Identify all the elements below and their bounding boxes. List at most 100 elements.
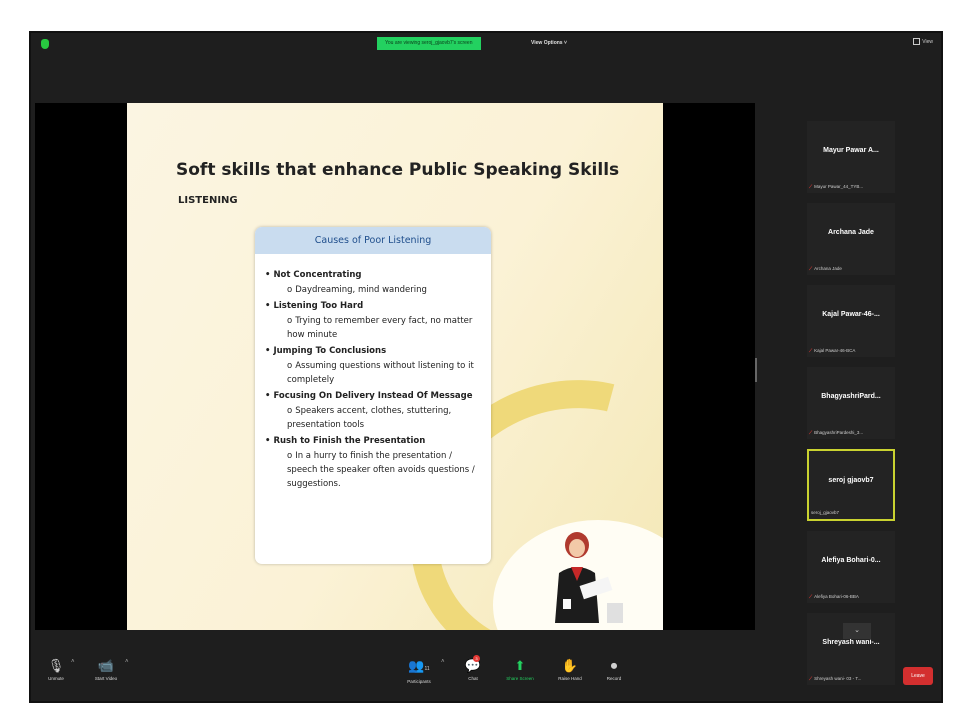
slide-subtitle: LISTENING xyxy=(178,195,238,206)
muted-mic-icon: ⟋ xyxy=(809,348,813,353)
causes-card: Causes of Poor Listening • Not Concentrat… xyxy=(255,227,491,564)
cause-detail: o Speakers accent, clothes, stuttering, p… xyxy=(265,404,483,432)
start-video-button[interactable]: 📹 Start Video xyxy=(89,657,123,683)
participant-label: ⟋ Mayur Pawar_44_TYB... xyxy=(809,184,863,189)
raise-hand-label: Raise Hand xyxy=(558,676,582,681)
muted-mic-icon: ⟋ xyxy=(809,266,813,271)
cause-item: • Not Concentrating o Daydreaming, mind wan… xyxy=(265,268,483,297)
grid-icon xyxy=(913,38,921,45)
bullet-icon: • xyxy=(265,346,271,356)
top-bar: You are viewing seroj_gjaovb7's screen V… xyxy=(31,33,941,55)
hand-icon: ✋ xyxy=(561,658,579,673)
meeting-toolbar: 🎙 Unmute ˄ 📹 Start Video ˄ 👥11 Participa… xyxy=(31,651,941,701)
slide-title: Soft skills that enhance Public Speaking… xyxy=(176,160,620,180)
cause-item: • Jumping To Conclusions o Assuming questio… xyxy=(265,344,483,387)
participant-label-text: seroj_gjaovb7 xyxy=(811,510,840,515)
participant-label: ⟋ Alefiya Bohari-06-BBA xyxy=(809,594,859,599)
cause-heading: • Rush to Finish the Presentation xyxy=(265,434,483,449)
participant-name: seroj gjaovb7 xyxy=(828,477,874,484)
panel-resize-handle[interactable] xyxy=(755,358,757,382)
video-off-icon: 📹 xyxy=(97,658,115,673)
participant-name: Kajal Pawar-46-... xyxy=(822,311,880,318)
presenter-illustration xyxy=(555,532,623,623)
participant-tile[interactable]: Kajal Pawar-46-... ⟋ Kajal Pawar-46-BCA xyxy=(807,285,895,357)
cause-heading: • Focusing On Delivery Instead Of Message xyxy=(265,389,483,404)
bullet-icon: • xyxy=(265,301,271,311)
participant-name: Archana Jade xyxy=(828,229,874,236)
cause-item: • Focusing On Delivery Instead Of Message… xyxy=(265,389,483,432)
muted-mic-icon: ⟋ xyxy=(809,594,813,599)
cause-item: • Rush to Finish the Presentation o In a hu… xyxy=(265,434,483,491)
bullet-icon: • xyxy=(265,391,271,401)
view-options-button[interactable]: View Options ˅ xyxy=(531,37,567,50)
participant-name: Alefiya Bohari-0... xyxy=(821,557,881,564)
participant-label-text: Archana Jade xyxy=(814,266,842,271)
cause-detail: o In a hurry to finish the presentation /… xyxy=(265,449,483,491)
cause-detail: o Trying to remember every fact, no matte… xyxy=(265,314,483,342)
participant-tile[interactable]: Archana Jade ⟋ Archana Jade xyxy=(807,203,895,275)
muted-mic-icon: 🎙 xyxy=(47,658,65,673)
cause-heading: • Not Concentrating xyxy=(265,268,483,283)
sub-bullet-icon: o xyxy=(287,361,293,371)
leave-button[interactable]: Leave xyxy=(903,667,933,685)
participant-tile[interactable]: BhagyashriPard... ⟋ BhagyashriPardeshi_3..… xyxy=(807,367,895,439)
participant-label: ⟋ Kajal Pawar-46-BCA xyxy=(809,348,855,353)
cause-detail: o Daydreaming, mind wandering xyxy=(265,283,483,297)
participant-name: Mayur Pawar A... xyxy=(823,147,879,154)
presentation-slide: Soft skills that enhance Public Speaking… xyxy=(127,103,663,630)
cause-heading-text: Jumping To Conclusions xyxy=(273,346,387,356)
chat-badge: 3 xyxy=(473,655,480,662)
participant-tile[interactable]: seroj gjaovb7 seroj_gjaovb7 xyxy=(807,449,895,521)
participant-label-text: Alefiya Bohari-06-BBA xyxy=(814,594,859,599)
view-button[interactable]: View xyxy=(913,38,933,45)
record-icon: ⏺ xyxy=(610,658,618,673)
raise-hand-button[interactable]: ✋ Raise Hand xyxy=(555,657,585,683)
participants-button[interactable]: 👥11 Participants xyxy=(401,657,437,686)
participants-icon: 👥11 xyxy=(408,658,430,673)
cause-detail-text: Assuming questions without listening to … xyxy=(287,361,474,385)
share-screen-icon: ⬆ xyxy=(514,658,526,673)
participants-label: Participants xyxy=(407,679,431,684)
participant-label: seroj_gjaovb7 xyxy=(811,510,839,515)
cause-detail-text: Daydreaming, mind wandering xyxy=(295,285,427,295)
sub-bullet-icon: o xyxy=(287,285,293,295)
participant-name: Shreyash wani-... xyxy=(822,639,880,646)
share-screen-label: Share Screen xyxy=(506,676,534,681)
participant-label-text: Mayur Pawar_44_TYB... xyxy=(814,184,864,189)
cause-heading-text: Listening Too Hard xyxy=(273,301,364,311)
chat-icon: 💬 3 xyxy=(464,655,482,673)
record-button[interactable]: ⏺ Record xyxy=(601,657,627,683)
chevron-up-icon: ˄ xyxy=(125,659,129,665)
causes-card-title: Causes of Poor Listening xyxy=(255,227,491,254)
participant-tile[interactable]: Alefiya Bohari-0... ⟋ Alefiya Bohari-06-BB… xyxy=(807,531,895,603)
cause-detail-text: Speakers accent, clothes, stuttering, pr… xyxy=(287,406,452,430)
participant-label: ⟋ Archana Jade xyxy=(809,266,842,271)
meeting-window: You are viewing seroj_gjaovb7's screen V… xyxy=(29,31,943,703)
participant-name: BhagyashriPard... xyxy=(821,393,881,400)
security-shield-icon[interactable] xyxy=(41,39,49,49)
bullet-icon: • xyxy=(265,436,271,446)
participant-label-text: Kajal Pawar-46-BCA xyxy=(814,348,856,353)
cause-item: • Listening Too Hard o Trying to remember e… xyxy=(265,299,483,342)
cause-detail-text: In a hurry to finish the presentation / … xyxy=(287,451,475,489)
causes-list: • Not Concentrating o Daydreaming, mind wan… xyxy=(255,254,491,491)
viewing-banner: You are viewing seroj_gjaovb7's screen xyxy=(377,37,481,50)
shared-screen-area: Soft skills that enhance Public Speaking… xyxy=(35,103,755,630)
cause-detail: o Assuming questions without listening to… xyxy=(265,359,483,387)
cause-heading-text: Not Concentrating xyxy=(273,270,362,280)
cause-detail-text: Trying to remember every fact, no matter… xyxy=(287,316,473,340)
view-button-label: View xyxy=(922,38,933,45)
chat-label: Chat xyxy=(468,676,478,681)
sub-bullet-icon: o xyxy=(287,451,293,461)
share-screen-button[interactable]: ⬆ Share Screen xyxy=(503,657,537,683)
participant-gallery: Mayur Pawar A... ⟋ Mayur Pawar_44_TYB... Ar… xyxy=(807,121,895,695)
participant-label: ⟋ BhagyashriPardeshi_3... xyxy=(809,430,863,435)
unmute-button[interactable]: 🎙 Unmute xyxy=(41,657,71,683)
participants-count: 11 xyxy=(424,666,430,672)
cause-heading-text: Rush to Finish the Presentation xyxy=(273,436,426,446)
chat-button[interactable]: 💬 3 Chat xyxy=(461,655,485,683)
participant-label-text: BhagyashriPardeshi_3... xyxy=(814,430,864,435)
bullet-icon: • xyxy=(265,270,271,280)
participant-tile[interactable]: Mayur Pawar A... ⟋ Mayur Pawar_44_TYB... xyxy=(807,121,895,193)
gallery-scroll-down-icon[interactable]: ⌄ xyxy=(843,623,871,639)
